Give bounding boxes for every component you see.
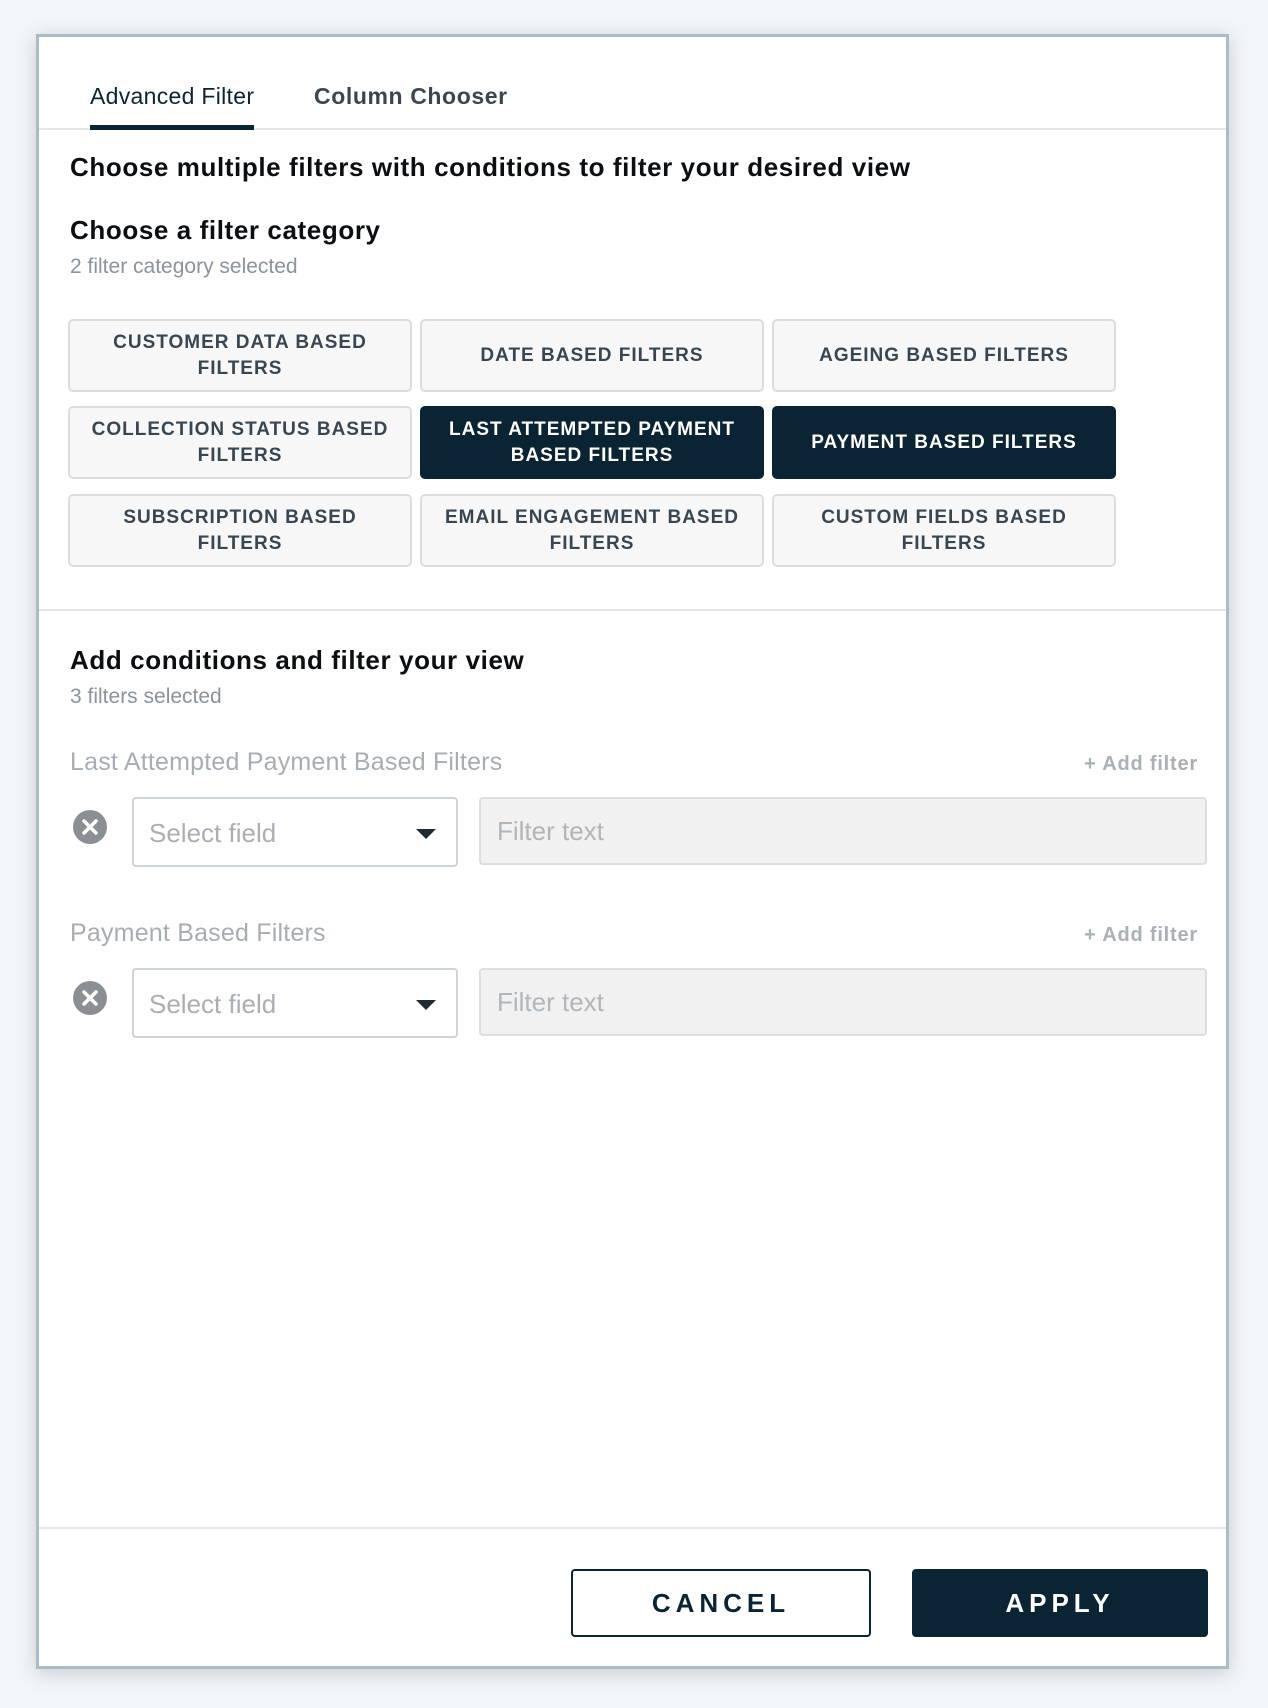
- category-payment-button[interactable]: PAYMENT BASED FILTERS: [772, 406, 1116, 479]
- category-subscription-button[interactable]: SUBSCRIPTION BASED FILTERS: [68, 494, 412, 567]
- select-field-dropdown[interactable]: Select field: [132, 968, 458, 1038]
- category-customer-data-button[interactable]: CUSTOMER DATA BASED FILTERS: [68, 319, 412, 392]
- section-divider: [39, 609, 1226, 611]
- remove-filter-icon[interactable]: [73, 981, 107, 1015]
- select-field-placeholder: Select field: [149, 818, 277, 848]
- filter-group-label: Payment Based Filters: [70, 919, 326, 947]
- category-selected-count: 2 filter category selected: [70, 255, 298, 278]
- category-button-label: CUSTOMER DATA BASED FILTERS: [113, 331, 367, 379]
- category-button-label: COLLECTION STATUS BASED FILTERS: [91, 418, 389, 466]
- conditions-selected-count: 3 filters selected: [70, 685, 222, 708]
- category-button-label: DATE BASED FILTERS: [480, 344, 704, 366]
- filter-group-label: Last Attempted Payment Based Filters: [70, 748, 503, 776]
- filter-text-input[interactable]: [479, 797, 1207, 865]
- category-button-label: LAST ATTEMPTED PAYMENT BASED FILTERS: [449, 418, 735, 466]
- tab-advanced-filter[interactable]: Advanced Filter: [90, 83, 255, 130]
- category-ageing-button[interactable]: AGEING BASED FILTERS: [772, 319, 1116, 392]
- add-filter-link[interactable]: + Add filter: [1084, 924, 1198, 947]
- remove-filter-icon[interactable]: [73, 810, 107, 844]
- category-button-label: SUBSCRIPTION BASED FILTERS: [123, 506, 357, 554]
- caret-down-icon: [416, 1000, 436, 1010]
- filter-text-input[interactable]: [479, 968, 1207, 1036]
- category-button-label: AGEING BASED FILTERS: [819, 344, 1069, 366]
- cancel-button[interactable]: CANCEL: [571, 1569, 871, 1637]
- conditions-heading: Add conditions and filter your view: [70, 645, 525, 675]
- add-filter-link[interactable]: + Add filter: [1084, 753, 1198, 776]
- category-button-label: PAYMENT BASED FILTERS: [811, 431, 1077, 453]
- category-email-engagement-button[interactable]: EMAIL ENGAGEMENT BASED FILTERS: [420, 494, 764, 567]
- category-collection-status-button[interactable]: COLLECTION STATUS BASED FILTERS: [68, 406, 412, 479]
- category-button-label: EMAIL ENGAGEMENT BASED FILTERS: [444, 506, 739, 554]
- select-field-dropdown[interactable]: Select field: [132, 797, 458, 867]
- advanced-filter-dialog: Advanced Filter Column Chooser Choose mu…: [36, 34, 1229, 1669]
- intro-heading: Choose multiple filters with conditions …: [70, 152, 911, 182]
- category-button-label: CUSTOM FIELDS BASED FILTERS: [821, 506, 1067, 554]
- select-field-placeholder: Select field: [149, 989, 277, 1019]
- tab-bar: Advanced Filter Column Chooser: [39, 37, 1226, 130]
- category-last-attempted-payment-button[interactable]: LAST ATTEMPTED PAYMENT BASED FILTERS: [420, 406, 764, 479]
- caret-down-icon: [416, 829, 436, 839]
- category-date-button[interactable]: DATE BASED FILTERS: [420, 319, 764, 392]
- footer-divider: [39, 1527, 1226, 1529]
- category-heading: Choose a filter category: [70, 215, 381, 245]
- category-custom-fields-button[interactable]: CUSTOM FIELDS BASED FILTERS: [772, 494, 1116, 567]
- tab-column-chooser[interactable]: Column Chooser: [314, 83, 508, 110]
- apply-button[interactable]: APPLY: [912, 1569, 1208, 1637]
